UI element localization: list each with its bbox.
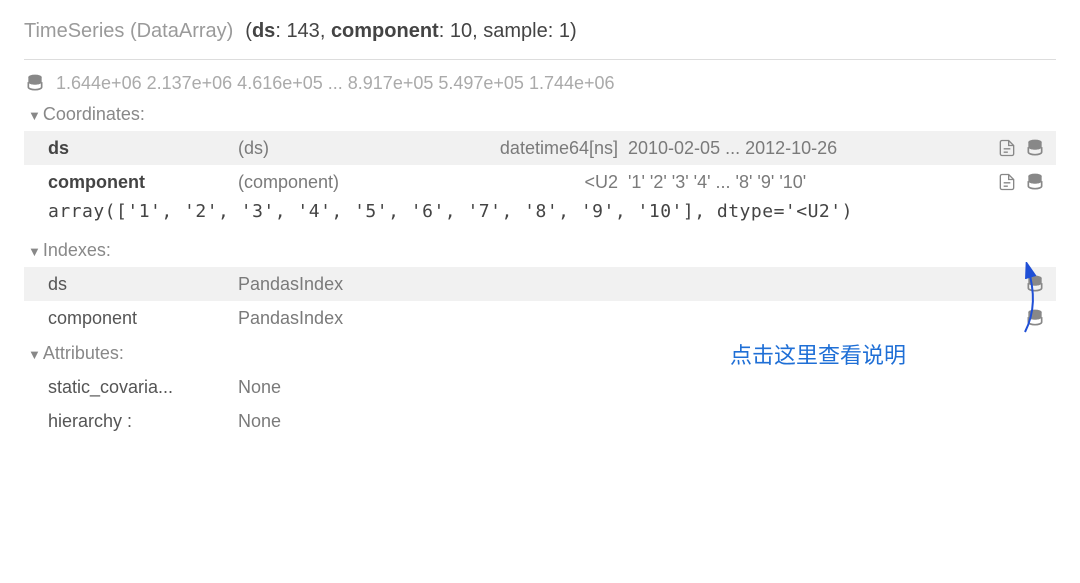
attr-value: None [238, 411, 1046, 432]
attr-label: static_covaria... [48, 377, 238, 398]
coord-dim: (component) [238, 172, 438, 193]
coord-row-component: component (component) <U2 '1' '2' '3' '4… [24, 165, 1056, 199]
section-coordinates[interactable]: ▼Coordinates: [28, 104, 1056, 125]
index-type: PandasIndex [238, 274, 1024, 295]
coord-dim: (ds) [238, 138, 438, 159]
index-row-component: component PandasIndex [24, 301, 1056, 335]
coord-dtype: <U2 [438, 172, 628, 193]
component-array-repr: array(['1', '2', '3', '4', '5', '6', '7'… [24, 199, 1056, 232]
database-icon[interactable] [1024, 273, 1046, 295]
index-name: ds [48, 274, 238, 295]
coord-row-ds: ds (ds) datetime64[ns] 2010-02-05 ... 20… [24, 131, 1056, 165]
caret-down-icon: ▼ [28, 108, 41, 123]
coord-dtype: datetime64[ns] [438, 138, 628, 159]
index-name: component [48, 308, 238, 329]
dataarray-dims: (ds: 143, component: 10, sample: 1) [245, 20, 576, 43]
attrs-icon[interactable] [996, 137, 1018, 159]
section-attributes[interactable]: ▼Attributes: [28, 343, 1056, 364]
index-row-ds: ds PandasIndex [24, 267, 1056, 301]
database-icon[interactable] [1024, 137, 1046, 159]
attr-value: None [238, 377, 1046, 398]
caret-down-icon: ▼ [28, 347, 41, 362]
values-preview-text: 1.644e+06 2.137e+06 4.616e+05 ... 8.917e… [56, 73, 615, 94]
coord-name: ds [48, 138, 238, 159]
attr-label: hierarchy : [48, 411, 238, 432]
attrs-icon[interactable] [996, 171, 1018, 193]
database-icon[interactable] [1024, 171, 1046, 193]
database-icon [24, 72, 46, 94]
values-preview-row[interactable]: 1.644e+06 2.137e+06 4.616e+05 ... 8.917e… [24, 72, 1056, 94]
section-indexes[interactable]: ▼Indexes: [28, 240, 1056, 261]
index-type: PandasIndex [238, 308, 1024, 329]
attr-row-static-covariates: static_covaria... None [24, 370, 1056, 404]
coord-name: component [48, 172, 238, 193]
coord-values: 2010-02-05 ... 2012-10-26 [628, 138, 996, 159]
dataarray-title: TimeSeries (DataArray) [24, 20, 233, 43]
dataarray-header: TimeSeries (DataArray) (ds: 143, compone… [24, 20, 1056, 60]
caret-down-icon: ▼ [28, 244, 41, 259]
coord-values: '1' '2' '3' '4' ... '8' '9' '10' [628, 172, 996, 193]
attr-row-hierarchy: hierarchy : None [24, 404, 1056, 438]
database-icon[interactable] [1024, 307, 1046, 329]
